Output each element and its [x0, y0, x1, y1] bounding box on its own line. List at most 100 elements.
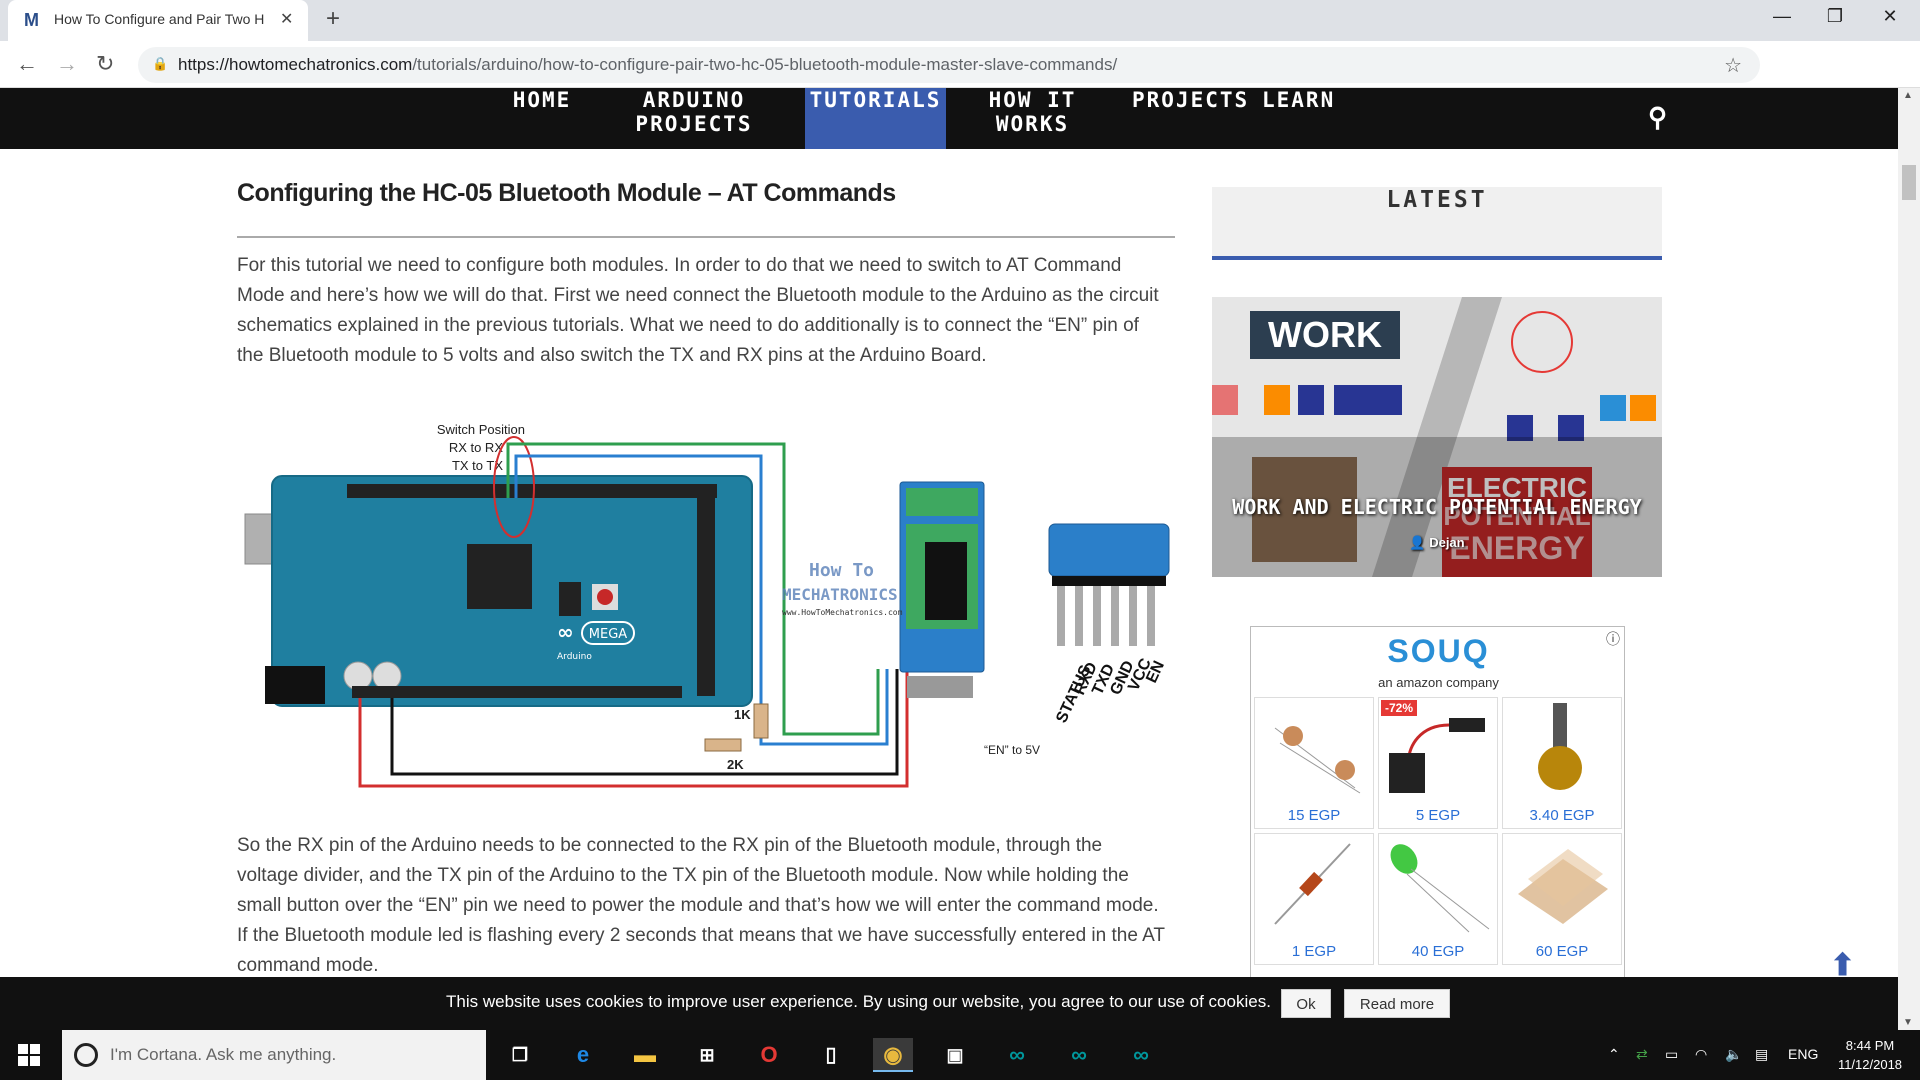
power-jack — [265, 666, 325, 704]
tray-overflow-icon[interactable]: ⌃ — [1608, 1046, 1620, 1063]
featured-author-name: Dejan — [1429, 535, 1465, 550]
search-icon[interactable]: ⚲ — [1648, 102, 1667, 133]
scrollbar-thumb[interactable] — [1902, 165, 1916, 200]
acrylic-case-icon — [1518, 849, 1608, 924]
ad-product[interactable]: 3.40 EGP — [1502, 697, 1622, 829]
tab-title: How To Configure and Pair Two H — [54, 11, 265, 27]
edge-icon[interactable]: e — [563, 1038, 603, 1072]
volume-icon[interactable]: 🔈 — [1725, 1046, 1742, 1063]
circuit-diagram: Switch Position RX to RX TX to TX ∞ MEGA… — [244, 422, 1170, 788]
site-favicon-icon: M — [24, 10, 39, 30]
battery-icon[interactable]: ▭ — [1665, 1046, 1678, 1063]
nav-item-how-it-works[interactable]: HOW IT WORKS — [955, 88, 1110, 149]
windows-start-icon[interactable] — [18, 1044, 40, 1066]
photos-icon[interactable]: ▣ — [935, 1038, 975, 1072]
ad-product-price: 5 EGP — [1415, 807, 1461, 824]
new-tab-button[interactable]: + — [326, 5, 340, 33]
souq-ad[interactable]: SOUQ an amazon company ⓘ 15 EGP -72% 5 E… — [1250, 626, 1625, 977]
chrome-icon[interactable]: ◉ — [873, 1038, 913, 1072]
reset-button-cap — [597, 589, 613, 605]
nav-item-projects[interactable]: PROJECTS — [1132, 88, 1247, 149]
cookie-ok-button[interactable]: Ok — [1281, 989, 1331, 1018]
article-paragraph-1: For this tutorial we need to configure b… — [237, 255, 1159, 366]
reload-icon[interactable]: ↻ — [96, 51, 114, 77]
discount-badge: -72% — [1381, 700, 1418, 716]
top-header — [347, 484, 717, 498]
arduino-ide-icon[interactable]: ∞ — [1059, 1038, 1099, 1072]
heading-divider — [237, 236, 1175, 238]
window-close-icon[interactable]: ✕ — [1870, 6, 1910, 27]
url-text[interactable]: https://howtomechatronics.com/tutorials/… — [178, 55, 1117, 75]
minimize-icon[interactable]: — — [1762, 6, 1802, 27]
bookmark-star-icon[interactable]: ☆ — [1724, 53, 1742, 78]
diode-icon — [1274, 843, 1351, 925]
resistor-2k — [704, 738, 742, 752]
tab-close-icon[interactable]: ✕ — [280, 9, 293, 29]
cortana-search[interactable]: I'm Cortana. Ask me anything. — [62, 1030, 486, 1080]
section-heading: Configuring the HC-05 Bluetooth Module –… — [237, 179, 896, 207]
task-view-icon[interactable]: ❐ — [500, 1038, 540, 1072]
featured-title[interactable]: WORK AND ELECTRIC POTENTIAL ENERGY — [1212, 495, 1662, 519]
address-bar[interactable]: 🔒 https://howtomechatronics.com/tutorial… — [138, 47, 1760, 83]
ad-product-price: 1 EGP — [1291, 943, 1337, 960]
ad-product-price: 40 EGP — [1411, 943, 1465, 960]
nav-item-arduino-projects[interactable]: ARDUINO PROJECTS — [598, 88, 790, 149]
page-scrollbar[interactable]: ▲ ▼ — [1898, 88, 1920, 1030]
ad-product-price: 15 EGP — [1287, 807, 1341, 824]
chip-small — [559, 582, 581, 616]
capacitor — [343, 661, 373, 691]
forward-icon[interactable]: → — [56, 51, 78, 77]
language-indicator[interactable]: ENG — [1788, 1046, 1818, 1062]
scroll-down-icon[interactable]: ▼ — [1903, 1017, 1913, 1028]
arduino-ide-icon[interactable]: ∞ — [997, 1038, 1037, 1072]
notifications-keyboard-icon[interactable]: ▤ — [1755, 1046, 1768, 1063]
capacitor — [372, 661, 402, 691]
browser-toolbar: ← → ↻ 🔒 https://howtomechatronics.com/tu… — [0, 41, 1920, 121]
cookie-banner: This website uses cookies to improve use… — [0, 977, 1898, 1030]
author-icon: 👤 — [1409, 535, 1430, 550]
latest-widget-title: LATEST — [1212, 187, 1662, 260]
photoresistor-icon — [1274, 726, 1361, 794]
hc05-antenna — [906, 488, 978, 516]
wifi-icon[interactable]: ◠ — [1695, 1046, 1707, 1063]
featured-post[interactable]: WORK ELECTRIC POTENTIAL ENERGY WORK AND … — [1212, 297, 1662, 577]
opera-icon[interactable]: O — [749, 1038, 789, 1072]
back-icon[interactable]: ← — [16, 51, 38, 77]
document-icon[interactable]: ▯ — [811, 1038, 851, 1072]
nav-item-learn[interactable]: LEARN — [1262, 88, 1333, 149]
switch-label-1: Switch Position — [437, 422, 525, 437]
ad-info-icon[interactable]: ⓘ — [1606, 629, 1620, 649]
page-content: Configuring the HC-05 Bluetooth Module –… — [0, 149, 1898, 977]
hc05-side-view — [1048, 523, 1170, 577]
scroll-up-icon[interactable]: ▲ — [1903, 90, 1913, 101]
bottom-header — [352, 686, 682, 698]
nav-item-tutorials[interactable]: TUTORIALS — [805, 88, 946, 149]
maximize-icon[interactable]: ❐ — [1815, 6, 1855, 27]
ad-product[interactable]: 1 EGP — [1254, 833, 1374, 965]
switch-label-2: RX to RX — [449, 440, 504, 455]
browser-tab[interactable]: M How To Configure and Pair Two H ✕ — [8, 0, 308, 41]
ad-product[interactable]: 60 EGP — [1502, 833, 1622, 965]
resistor-1k — [753, 703, 769, 739]
system-clock[interactable]: 8:44 PM 11/12/2018 — [1830, 1036, 1910, 1074]
tray-app-icon[interactable]: ⇄ — [1636, 1046, 1648, 1063]
nav-item-home[interactable]: HOME — [502, 88, 582, 149]
resistor-1k-label: 1K — [734, 707, 751, 722]
ad-product-price: 60 EGP — [1535, 943, 1589, 960]
lock-icon[interactable]: 🔒 — [152, 56, 168, 72]
ad-product[interactable]: 15 EGP — [1254, 697, 1374, 829]
side-header — [697, 486, 715, 696]
ad-product[interactable]: -72% 5 EGP — [1378, 697, 1498, 829]
clock-time: 8:44 PM — [1845, 1038, 1895, 1053]
article-paragraph-2: So the RX pin of the Arduino needs to be… — [237, 835, 1165, 976]
microcontroller-chip — [467, 544, 532, 609]
file-explorer-icon[interactable]: ▬ — [625, 1038, 665, 1072]
cookie-read-more-button[interactable]: Read more — [1344, 989, 1450, 1018]
potentiometer-icon — [1538, 703, 1582, 790]
hc05-side-pins — [1057, 586, 1155, 646]
featured-img-word-1: WORK — [1268, 314, 1382, 355]
ad-product[interactable]: 40 EGP — [1378, 833, 1498, 965]
store-icon[interactable]: ⊞ — [687, 1038, 727, 1072]
hc05-chip — [925, 542, 967, 620]
arduino-ide-icon[interactable]: ∞ — [1121, 1038, 1161, 1072]
